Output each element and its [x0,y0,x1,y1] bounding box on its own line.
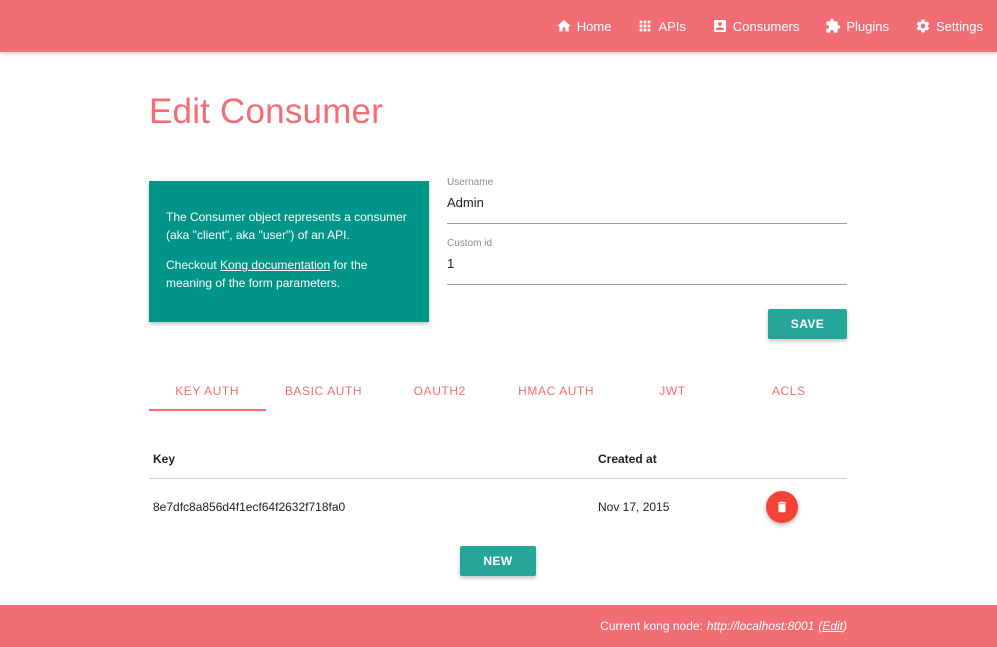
save-button[interactable]: SAVE [768,309,847,339]
nav-item-label: Home [576,18,612,34]
header-created-at: Created at [598,452,657,466]
auth-tabs: KEY AUTH BASIC AUTH OAUTH2 HMAC AUTH JWT… [149,378,847,412]
info-paragraph: The Consumer object represents a consume… [166,210,407,242]
new-button[interactable]: NEW [460,546,536,576]
puzzle-icon [826,18,841,33]
username-input[interactable] [447,188,847,216]
delete-button[interactable] [766,491,798,523]
info-card: The Consumer object represents a consume… [149,181,429,322]
key-value: 8e7dfc8a856d4f1ecf64f2632f718fa0 [153,500,346,514]
trash-icon [777,501,787,513]
paren-close: ) [843,619,847,633]
table-header: Key Created at [149,440,847,479]
kong-documentation-link[interactable]: Kong documentation [220,258,330,272]
nav-item-plugins[interactable]: Plugins [825,0,889,52]
info-text: Checkout [166,258,221,272]
nav-menu: Home APIs Consumers Plugins Settings [530,0,983,52]
footer-prefix: Current kong node: [600,619,703,633]
nav-item-home[interactable]: Home [556,0,612,52]
username-label: Username [447,177,494,188]
edit-node-link[interactable]: Edit [822,619,843,633]
nav-item-label: Plugins [846,18,890,34]
created-at-value: Nov 17, 2015 [598,500,670,514]
nav-item-label: Settings [936,18,983,34]
nav-item-consumers[interactable]: Consumers [712,0,799,52]
tab-hmac-auth[interactable]: HMAC AUTH [498,378,614,412]
footer-node-info: Current kong node: http://localhost:8001… [600,605,847,647]
footer: Current kong node: http://localhost:8001… [0,605,997,647]
nav-item-settings[interactable]: Settings [915,0,983,52]
active-tab-indicator [149,409,266,411]
row-action [762,491,847,523]
tab-basic-auth[interactable]: BASIC AUTH [265,378,381,412]
page: Home APIs Consumers Plugins Settings Edi… [0,0,997,647]
kong-node-url: http://localhost:8001 [706,619,815,633]
tab-key-auth[interactable]: KEY AUTH [149,378,265,412]
nav-item-apis[interactable]: APIs [637,0,686,52]
custom-id-label: Custom id [447,238,493,249]
key-auth-table: Key Created at 8e7dfc8a856d4f1ecf64f2632… [149,440,847,535]
username-field: Username [447,177,847,224]
table-row: 8e7dfc8a856d4f1ecf64f2632f718fa0 Nov 17,… [149,479,847,535]
nav-item-label: Consumers [732,18,800,34]
custom-id-input[interactable] [447,249,847,277]
tab-oauth2[interactable]: OAUTH2 [382,378,498,412]
edit-link-wrapper: (Edit) [818,619,847,633]
nav-item-label: APIs [658,18,686,34]
header-key: Key [153,452,176,466]
top-navbar: Home APIs Consumers Plugins Settings [0,0,997,52]
contact-card-icon [713,20,726,32]
home-icon [557,20,571,32]
page-title: Edit Consumer [149,92,384,131]
tab-jwt[interactable]: JWT [614,378,730,412]
grid-icon [640,20,651,32]
tab-acls[interactable]: ACLS [731,378,847,412]
info-paragraph-docs: Checkout Kong documentation for the mean… [166,256,413,292]
custom-id-field: Custom id [447,238,847,285]
gear-icon [916,19,930,33]
